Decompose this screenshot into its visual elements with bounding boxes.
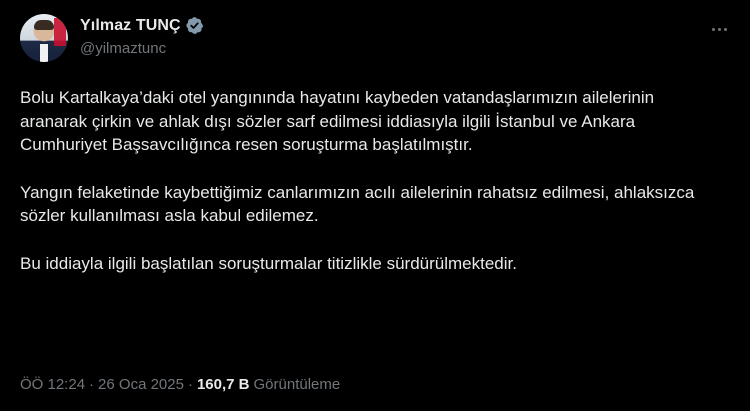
views-count[interactable]: 160,7 B (197, 376, 250, 393)
more-dot (711, 27, 715, 31)
author-display-name[interactable]: Yılmaz TUNÇ (80, 17, 181, 35)
tweet-time[interactable]: ÖÖ 12:24 (20, 376, 85, 393)
tweet-date[interactable]: 26 Oca 2025 (98, 376, 184, 393)
avatar-flag (54, 18, 66, 46)
avatar-shirt (40, 44, 48, 62)
tweet-header: Yılmaz TUNÇ @yilmaztunc (20, 14, 734, 66)
tweet-paragraph: Bolu Kartalkaya’daki otel yangınında hay… (20, 88, 655, 154)
verified-badge-icon (186, 17, 203, 34)
more-horizontal-icon[interactable] (708, 20, 730, 38)
avatar-hair (34, 20, 54, 30)
avatar[interactable] (20, 14, 68, 62)
views-label: Görüntüleme (253, 376, 341, 393)
tweet-meta: ÖÖ 12:24 · 26 Oca 2025 · 160,7 B Görüntü… (20, 376, 340, 393)
tweet-text: Bolu Kartalkaya’daki otel yangınında hay… (20, 86, 720, 275)
more-dot (717, 27, 721, 31)
author-name-row[interactable]: Yılmaz TUNÇ (80, 16, 204, 35)
more-dot (723, 27, 727, 31)
tweet-paragraph: Yangın felaketinde kaybettiğimiz canları… (20, 182, 695, 226)
author-handle[interactable]: @yilmaztunc (80, 40, 166, 57)
meta-separator: · (89, 376, 95, 393)
tweet-paragraph: Bu iddiayla ilgili başlatılan soruşturma… (20, 253, 517, 273)
meta-separator: · (187, 376, 193, 393)
